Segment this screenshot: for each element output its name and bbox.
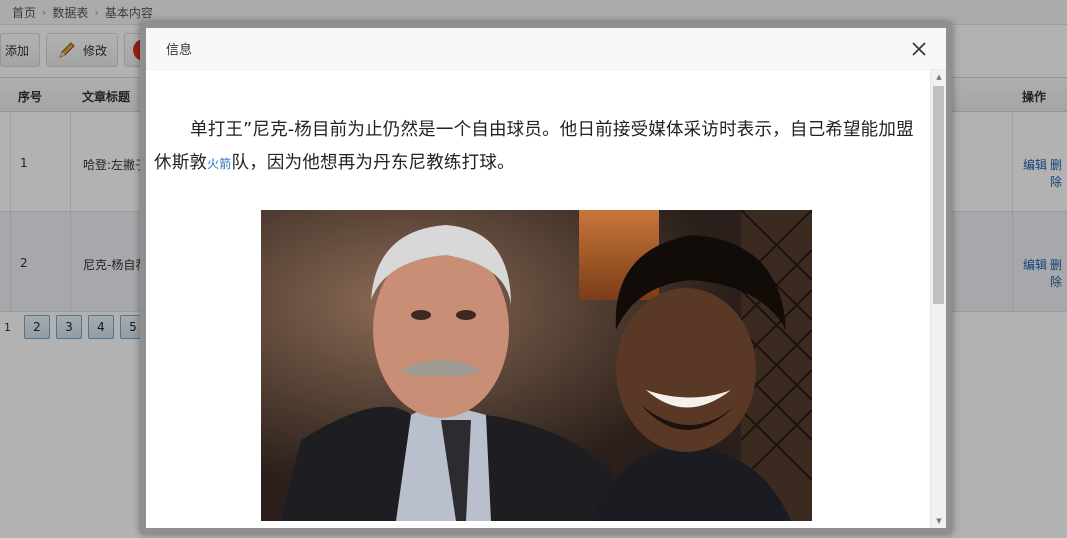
article-photo bbox=[261, 210, 812, 521]
close-icon[interactable] bbox=[910, 40, 928, 58]
article-paragraph: 单打王”尼克-杨目前为止仍然是一个自由球员。他日前接受媒体采访时表示，自己希望能… bbox=[154, 120, 914, 173]
scroll-down-icon[interactable]: ▼ bbox=[931, 514, 946, 528]
info-dialog: 信息 单打王”尼克-杨目前为止仍然是一个自由球员。他日前接受媒体采访时表示，自己… bbox=[140, 22, 952, 534]
scrollbar-thumb[interactable] bbox=[933, 86, 944, 304]
dialog-header: 信息 bbox=[146, 28, 946, 70]
article-content: 单打王”尼克-杨目前为止仍然是一个自由球员。他日前接受媒体采访时表示，自己希望能… bbox=[154, 70, 930, 181]
dialog-body[interactable]: 单打王”尼克-杨目前为止仍然是一个自由球员。他日前接受媒体采访时表示，自己希望能… bbox=[146, 70, 946, 528]
scrollbar[interactable]: ▲ ▼ bbox=[930, 70, 946, 528]
scroll-up-icon[interactable]: ▲ bbox=[931, 70, 946, 84]
keyword-link[interactable]: 火箭 bbox=[207, 157, 231, 171]
dialog-title: 信息 bbox=[166, 43, 193, 58]
